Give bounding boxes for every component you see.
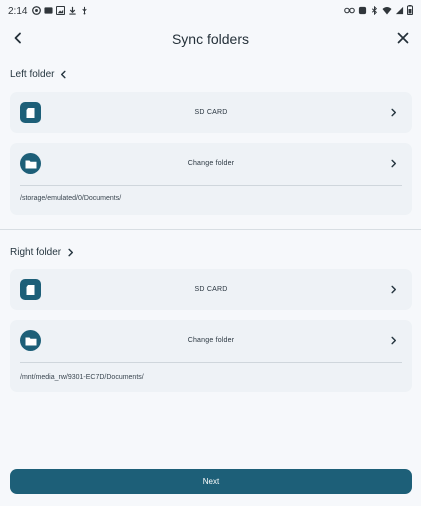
left-change-folder-label: Change folder: [187, 159, 235, 167]
left-folder-heading[interactable]: Left folder: [10, 69, 68, 80]
status-bar: 2:14: [0, 0, 421, 22]
chevron-left-icon: [61, 70, 67, 79]
right-storage-label: SD CARD: [194, 286, 228, 293]
gallery-icon: [44, 6, 54, 17]
image-icon: [56, 5, 66, 17]
chevron-right-icon: [391, 108, 397, 117]
close-button[interactable]: [395, 30, 411, 46]
close-icon: [397, 32, 409, 44]
back-button[interactable]: [10, 30, 26, 46]
usb-icon: [80, 6, 89, 17]
right-folder-label: Right folder: [10, 247, 62, 258]
section-divider: [0, 229, 421, 230]
status-right: [344, 5, 413, 17]
next-button[interactable]: Next: [10, 469, 412, 494]
chevron-right-icon: [68, 248, 74, 257]
chevron-right-icon: [391, 159, 397, 168]
right-storage-card[interactable]: SD CARD: [10, 269, 412, 310]
left-storage-label: SD CARD: [194, 109, 228, 116]
right-change-folder-row[interactable]: Change folder: [10, 320, 412, 360]
chevron-right-icon: [391, 285, 397, 294]
right-storage-row[interactable]: SD CARD: [10, 269, 412, 310]
download-icon: [68, 6, 77, 17]
divider: [20, 185, 402, 186]
status-left: 2:14: [8, 5, 89, 17]
link-icon: [344, 6, 355, 17]
battery-icon: [407, 5, 413, 17]
right-folder-card[interactable]: Change folder /mnt/media_rw/9301-EC7D/Do…: [10, 320, 412, 392]
divider: [20, 362, 402, 363]
wifi-icon: [382, 6, 392, 17]
left-folder-label: Left folder: [10, 69, 55, 80]
right-change-folder-label: Change folder: [187, 336, 235, 344]
signal-icon: [395, 6, 404, 17]
right-folder-heading[interactable]: Right folder: [10, 247, 75, 258]
arrow-left-icon: [14, 32, 21, 44]
left-folder-path: /storage/emulated/0/Documents/: [20, 195, 122, 202]
left-storage-card[interactable]: SD CARD: [10, 92, 412, 133]
app-bar: Sync folders: [0, 22, 421, 56]
bluetooth-icon: [370, 5, 379, 17]
left-change-folder-row[interactable]: Change folder: [10, 143, 412, 183]
right-folder-path: /mnt/media_rw/9301-EC7D/Documents/: [20, 374, 144, 381]
alarm-icon: [358, 6, 367, 17]
left-folder-card[interactable]: Change folder /storage/emulated/0/Docume…: [10, 143, 412, 215]
chrome-icon: [32, 5, 42, 17]
status-time: 2:14: [8, 5, 28, 17]
chevron-right-icon: [391, 336, 397, 345]
left-storage-row[interactable]: SD CARD: [10, 92, 412, 133]
page-title: Sync folders: [171, 31, 250, 47]
